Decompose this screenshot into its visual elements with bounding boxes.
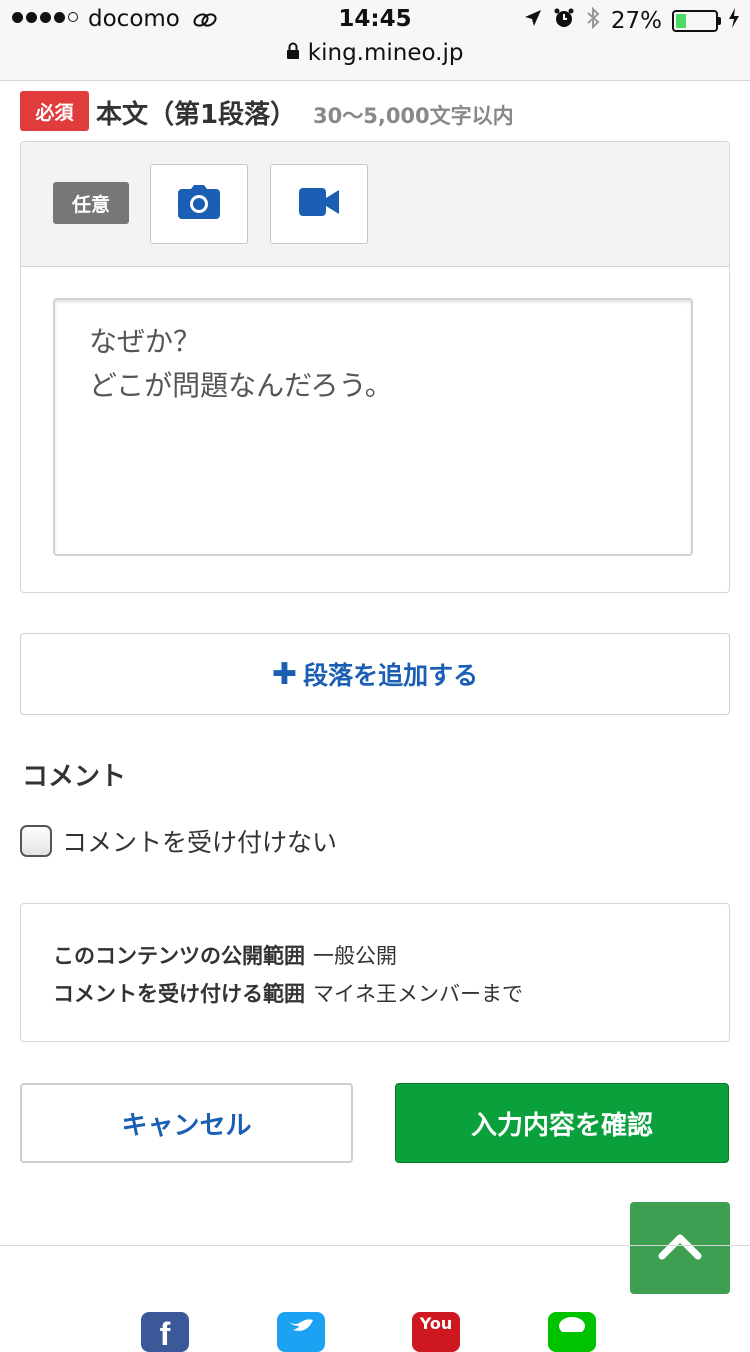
add-paragraph-button[interactable]: ✚ 段落を追加する — [20, 633, 730, 715]
status-bar: docomo 14:45 27% king.mineo.jp — [0, 0, 750, 81]
battery-icon — [672, 10, 721, 32]
confirm-button[interactable]: 入力内容を確認 — [395, 1083, 729, 1163]
battery-percent: 27% — [610, 8, 662, 34]
twitter-share-button[interactable] — [277, 1312, 325, 1352]
footer-divider — [0, 1245, 750, 1246]
optional-badge: 任意 — [53, 182, 129, 224]
youtube-icon-text: You — [419, 1314, 453, 1333]
visibility-value: 一般公開 — [313, 944, 397, 968]
no-comment-checkbox[interactable] — [20, 825, 52, 857]
scroll-to-top-button[interactable] — [630, 1202, 730, 1294]
plus-icon: ✚ — [271, 656, 298, 692]
no-comment-option[interactable]: コメントを受け付けない — [20, 823, 337, 859]
required-badge: 必須 — [20, 91, 89, 131]
body-textarea[interactable]: なぜか？ どこが問題なんだろう。 — [53, 298, 693, 556]
facebook-icon: f — [159, 1316, 171, 1352]
facebook-share-button[interactable]: f — [141, 1312, 189, 1352]
video-camera-icon — [299, 188, 339, 220]
address-bar[interactable]: king.mineo.jp — [0, 40, 750, 66]
chevron-up-icon — [658, 1232, 702, 1264]
charging-icon — [728, 7, 740, 35]
paragraph-editor: 任意 なぜか？ どこが問題なんだろう。 — [20, 141, 730, 593]
camera-icon — [178, 185, 220, 223]
field-title: 本文（第1段落） — [96, 100, 297, 130]
visibility-row: このコンテンツの公開範囲 一般公開 — [53, 940, 397, 970]
location-arrow-icon — [523, 8, 543, 34]
add-video-button[interactable] — [270, 164, 368, 244]
visibility-label: このコンテンツの公開範囲 — [53, 944, 305, 968]
comment-scope-row: コメントを受け付ける範囲 マイネ王メンバーまで — [53, 978, 523, 1008]
lock-icon — [286, 40, 307, 66]
line-share-button[interactable] — [548, 1312, 596, 1352]
youtube-button[interactable]: You — [412, 1312, 460, 1352]
cancel-button[interactable]: キャンセル — [20, 1083, 353, 1163]
twitter-icon — [287, 1312, 315, 1340]
no-comment-label: コメントを受け付けない — [62, 828, 338, 857]
line-icon — [557, 1312, 587, 1336]
visibility-info-box: このコンテンツの公開範囲 一般公開 コメントを受け付ける範囲 マイネ王メンバーまで — [20, 903, 730, 1042]
comment-scope-value: マイネ王メンバーまで — [313, 982, 523, 1006]
add-photo-button[interactable] — [150, 164, 248, 244]
url-text: king.mineo.jp — [307, 40, 464, 66]
char-limit-note: 30〜5,000文字以内 — [313, 104, 514, 128]
add-paragraph-label: 段落を追加する — [303, 661, 479, 690]
bluetooth-icon — [585, 6, 601, 36]
alarm-icon — [553, 7, 575, 35]
comment-heading: コメント — [22, 762, 127, 792]
media-toolbar: 任意 — [21, 142, 729, 267]
comment-scope-label: コメントを受け付ける範囲 — [53, 982, 305, 1006]
